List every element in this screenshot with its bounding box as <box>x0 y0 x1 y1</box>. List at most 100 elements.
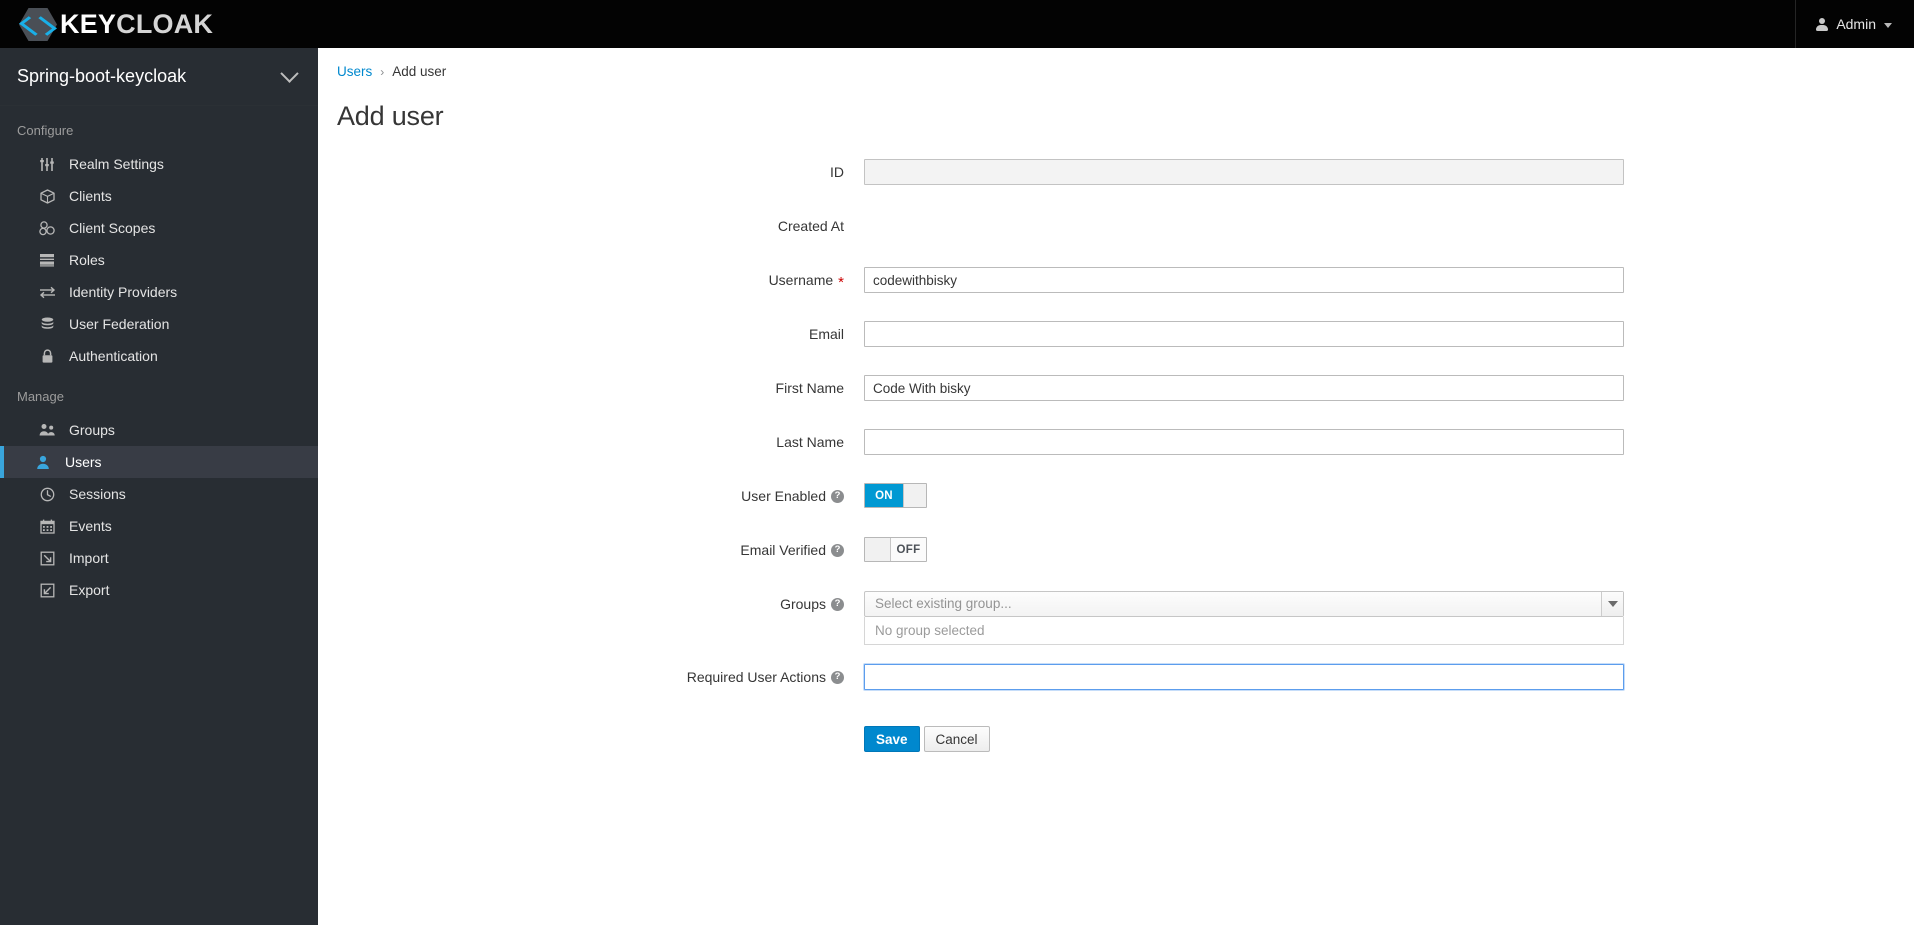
sidebar-item-label: Clients <box>69 188 112 204</box>
last-name-input[interactable] <box>864 429 1624 455</box>
help-circle-icon[interactable]: ? <box>831 489 844 503</box>
form-row-actions: Save Cancel <box>318 704 1914 752</box>
sidebar-item-authentication[interactable]: Authentication <box>0 340 318 372</box>
sidebar-item-label: Import <box>69 550 109 566</box>
help-circle-icon[interactable]: ? <box>831 543 844 557</box>
groups-label-text: Groups <box>780 596 826 612</box>
admin-user-menu[interactable]: Admin <box>1796 0 1914 48</box>
email-input[interactable] <box>864 321 1624 347</box>
sidebar-item-identity-providers[interactable]: Identity Providers <box>0 276 318 308</box>
sidebar-item-clients[interactable]: Clients <box>0 180 318 212</box>
form-row-user-enabled: User Enabled ? ON <box>318 483 1914 523</box>
admin-menu-label: Admin <box>1836 16 1876 32</box>
created-at-label-text: Created At <box>777 218 844 234</box>
main-content: Users › Add user Add user ID Created At <box>318 48 1914 931</box>
user-enabled-label-text: User Enabled <box>741 488 826 504</box>
sidebar-item-label: Realm Settings <box>69 156 164 172</box>
form-row-last-name: Last Name <box>318 429 1914 469</box>
required-user-actions-control <box>864 664 1624 690</box>
groups-empty-state: No group selected <box>864 617 1624 645</box>
exchange-arrows-icon <box>38 284 56 300</box>
user-enabled-toggle[interactable]: ON <box>864 483 927 508</box>
id-input <box>864 159 1624 185</box>
database-icon <box>38 316 56 332</box>
form-row-username: Username * <box>318 267 1914 307</box>
email-label-text: Email <box>808 326 844 342</box>
id-label-text: ID <box>830 164 844 180</box>
form-row-first-name: First Name <box>318 375 1914 415</box>
breadcrumb-users-link[interactable]: Users <box>337 64 372 79</box>
page-title: Add user <box>337 101 444 131</box>
sidebar-item-import[interactable]: Import <box>0 542 318 574</box>
sidebar-item-user-federation[interactable]: User Federation <box>0 308 318 340</box>
sidebar-item-sessions[interactable]: Sessions <box>0 478 318 510</box>
username-input[interactable] <box>864 267 1624 293</box>
user-enabled-label: User Enabled ? <box>318 483 864 509</box>
groups-dropdown-button[interactable] <box>1601 592 1623 616</box>
masthead-right-group: Admin <box>1795 0 1914 48</box>
toggle-off-label: OFF <box>891 538 926 561</box>
form-row-required-user-actions: Required User Actions ? <box>318 664 1914 704</box>
sidebar-item-client-scopes[interactable]: Client Scopes <box>0 212 318 244</box>
email-verified-control: OFF <box>864 537 927 562</box>
save-button[interactable]: Save <box>864 726 920 752</box>
email-verified-label-text: Email Verified <box>740 542 826 558</box>
export-arrow-icon <box>38 582 56 598</box>
sidebar: Spring-boot-keycloak Configure Realm Set… <box>0 48 318 925</box>
sidebar-item-export[interactable]: Export <box>0 574 318 606</box>
cancel-button[interactable]: Cancel <box>923 726 990 752</box>
last-name-field-wrap <box>864 429 1624 455</box>
breadcrumb-separator: › <box>380 64 385 79</box>
sidebar-item-label: Roles <box>69 252 105 268</box>
breadcrumb: Users › Add user <box>318 48 1914 79</box>
username-label-text: Username <box>768 272 834 288</box>
first-name-label: First Name <box>318 375 864 401</box>
sidebar-item-events[interactable]: Events <box>0 510 318 542</box>
required-user-actions-input[interactable] <box>864 664 1624 690</box>
sidebar-item-label: Sessions <box>69 486 126 502</box>
first-name-label-text: First Name <box>775 380 844 396</box>
toggle-on-label: ON <box>865 484 903 507</box>
sidebar-item-groups[interactable]: Groups <box>0 414 318 446</box>
sidebar-item-label: Export <box>69 582 110 598</box>
groups-label: Groups ? <box>318 591 864 617</box>
keycloak-logo-icon <box>17 5 59 43</box>
nav-section-manage-title: Manage <box>17 389 64 404</box>
sidebar-item-label: User Federation <box>69 316 170 332</box>
id-label: ID <box>318 159 864 185</box>
help-circle-icon[interactable]: ? <box>831 670 844 684</box>
first-name-input[interactable] <box>864 375 1624 401</box>
created-at-label: Created At <box>318 213 864 239</box>
nav-section-configure-title: Configure <box>17 123 74 138</box>
help-circle-icon[interactable]: ? <box>831 597 844 611</box>
cubes-icon <box>38 220 56 236</box>
sidebar-item-label: Client Scopes <box>69 220 156 236</box>
email-verified-toggle[interactable]: OFF <box>864 537 927 562</box>
realm-selector[interactable]: Spring-boot-keycloak <box>0 48 318 106</box>
form-row-email: Email <box>318 321 1914 361</box>
add-user-form: ID Created At Username * codewithbisky E… <box>318 159 1914 752</box>
sliders-icon <box>38 156 56 172</box>
sidebar-item-realm-settings[interactable]: Realm Settings <box>0 148 318 180</box>
chevron-down-icon <box>280 64 299 83</box>
sidebar-item-users[interactable]: Users <box>0 446 318 478</box>
form-row-id: ID <box>318 159 1914 199</box>
keycloak-brand[interactable]: KEYCLOAK <box>17 0 213 48</box>
email-label: Email <box>318 321 864 347</box>
brand-text-cloak: CLOAK <box>116 8 214 39</box>
id-field-wrap <box>864 159 1624 185</box>
sidebar-item-roles[interactable]: Roles <box>0 244 318 276</box>
sidebar-item-label: Users <box>65 454 102 470</box>
email-field-wrap <box>864 321 1624 347</box>
last-name-label-text: Last Name <box>776 434 844 450</box>
cube-icon <box>38 188 56 204</box>
groups-select[interactable]: Select existing group... <box>864 591 1624 617</box>
